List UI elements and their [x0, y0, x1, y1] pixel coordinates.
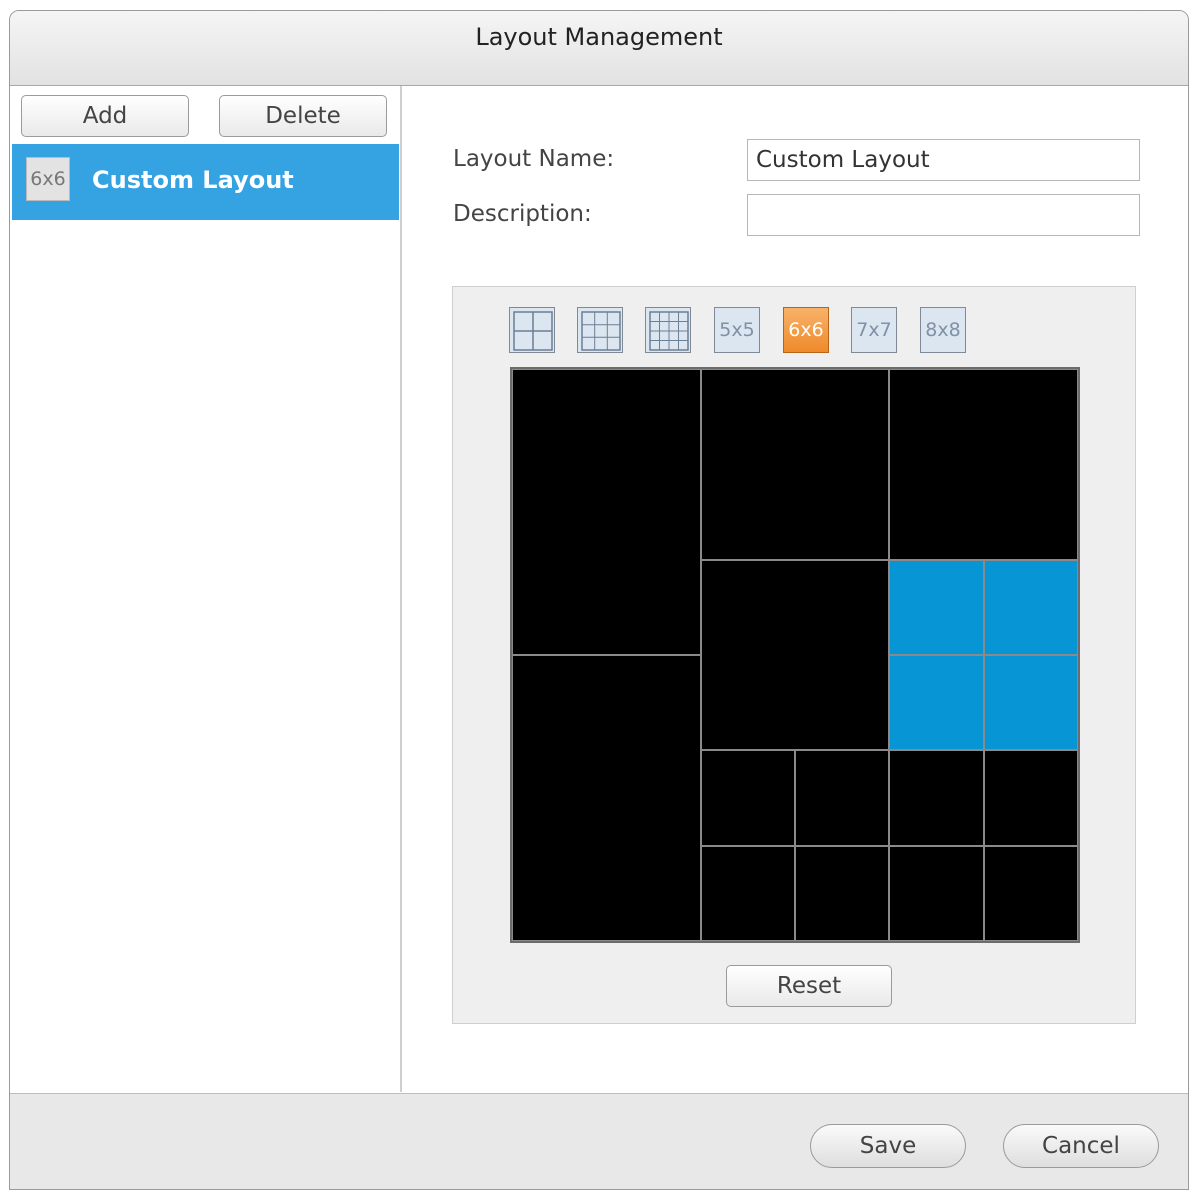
- description-input[interactable]: [747, 194, 1140, 236]
- grid-cell-selected[interactable]: [889, 655, 984, 751]
- layout-name-input[interactable]: [747, 139, 1140, 181]
- dialog-footer: Save Cancel: [10, 1093, 1188, 1189]
- grid-cell[interactable]: [889, 845, 984, 941]
- grid-cell[interactable]: [512, 369, 701, 655]
- grid-cell[interactable]: [512, 655, 701, 941]
- grid-2x2-button[interactable]: [509, 307, 555, 353]
- grid-cell[interactable]: [983, 750, 1078, 846]
- grid-cell-selected[interactable]: [983, 655, 1078, 751]
- grid-cell[interactable]: [700, 845, 795, 941]
- layout-grid-canvas[interactable]: [510, 367, 1080, 943]
- grid-editor-panel: 5x5 6x6 7x7 8x8 Reset: [452, 286, 1136, 1024]
- grid-cell[interactable]: [983, 845, 1078, 941]
- grid-5x5-button[interactable]: 5x5: [714, 307, 760, 353]
- grid-cell[interactable]: [700, 559, 890, 751]
- save-button[interactable]: Save: [810, 1124, 966, 1168]
- grid-cell-selected[interactable]: [983, 559, 1078, 655]
- grid-2x2-icon: [513, 311, 553, 351]
- reset-button[interactable]: Reset: [726, 965, 892, 1007]
- grid-cell[interactable]: [700, 750, 795, 846]
- grid-cell[interactable]: [889, 750, 984, 846]
- layout-management-dialog: Layout Management Add Delete 6x6 Custom …: [9, 10, 1189, 1190]
- layout-thumbnail-icon: 6x6: [26, 157, 70, 201]
- delete-button[interactable]: Delete: [219, 95, 387, 137]
- layout-list-item-label: Custom Layout: [92, 166, 294, 194]
- grid-3x3-icon: [581, 311, 621, 351]
- grid-cell[interactable]: [700, 369, 890, 560]
- description-label: Description:: [453, 201, 592, 227]
- grid-3x3-button[interactable]: [577, 307, 623, 353]
- grid-cell-selected[interactable]: [889, 559, 984, 655]
- grid-cell[interactable]: [795, 750, 890, 846]
- grid-cell[interactable]: [889, 369, 1078, 560]
- dialog-title: Layout Management: [475, 23, 723, 51]
- grid-cell[interactable]: [795, 845, 890, 941]
- cancel-button[interactable]: Cancel: [1003, 1124, 1159, 1168]
- layout-list-item[interactable]: 6x6 Custom Layout: [12, 144, 399, 220]
- layout-list-sidebar: Add Delete 6x6 Custom Layout: [10, 86, 402, 1092]
- grid-4x4-button[interactable]: [645, 307, 691, 353]
- layout-name-label: Layout Name:: [453, 146, 615, 172]
- grid-8x8-button[interactable]: 8x8: [920, 307, 966, 353]
- grid-6x6-button[interactable]: 6x6: [783, 307, 829, 353]
- grid-4x4-icon: [649, 311, 689, 351]
- layout-editor: Layout Name: Description:: [402, 86, 1188, 1092]
- title-bar: Layout Management: [10, 11, 1188, 86]
- add-button[interactable]: Add: [21, 95, 189, 137]
- grid-7x7-button[interactable]: 7x7: [851, 307, 897, 353]
